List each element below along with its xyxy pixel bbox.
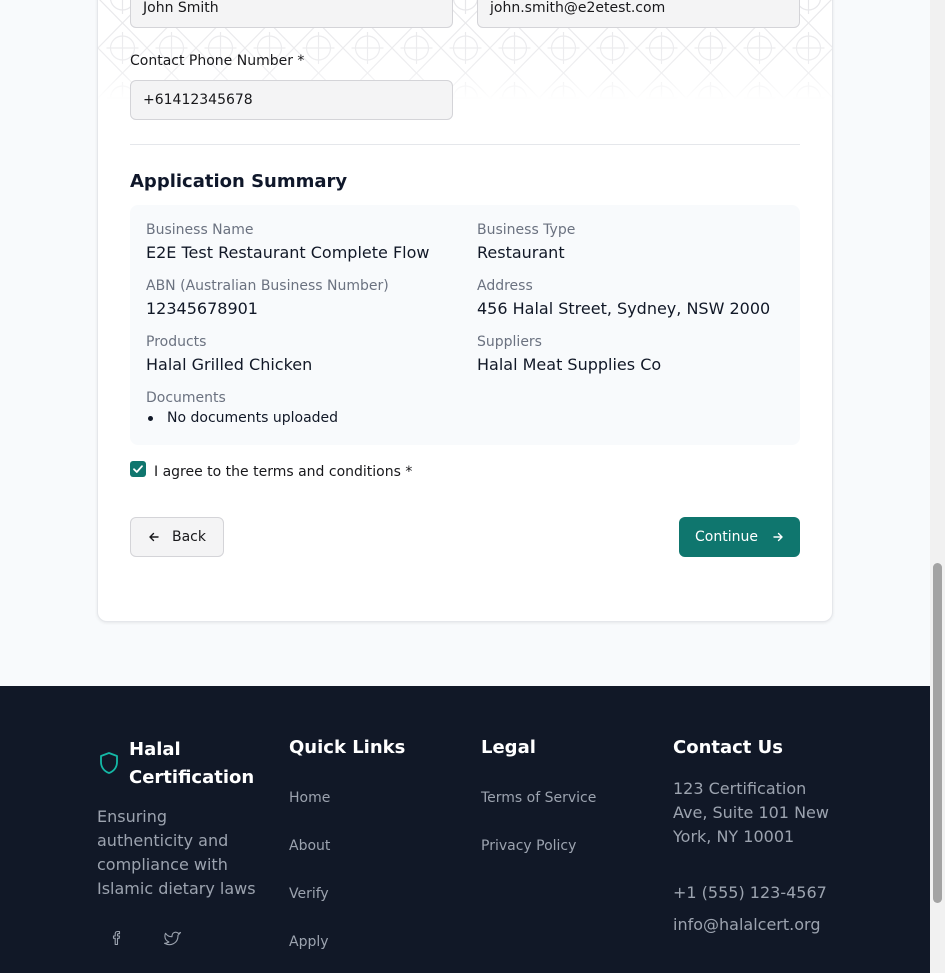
- bullet: [148, 415, 153, 421]
- phone-input[interactable]: +61412345678: [130, 80, 453, 120]
- terms-label[interactable]: I agree to the terms and conditions *: [154, 464, 412, 480]
- check-icon: [133, 465, 143, 473]
- address-label: Address: [477, 278, 533, 294]
- documents-list-item: No documents uploaded: [146, 410, 338, 426]
- phone-label: Contact Phone Number *: [130, 53, 305, 69]
- scrollbar-thumb[interactable]: [933, 563, 942, 903]
- facebook-icon[interactable]: [107, 928, 127, 948]
- suppliers-value: Halal Meat Supplies Co: [477, 355, 662, 374]
- shield-icon: [97, 750, 121, 776]
- footer-description: Ensuring authenticity and compliance wit…: [97, 807, 256, 898]
- address-value: 456 Halal Street, Sydney, NSW 2000: [477, 299, 771, 318]
- contact-phone[interactable]: +1 (555) 123-4567: [673, 881, 833, 905]
- footer-link-privacy[interactable]: Privacy Policy: [481, 838, 576, 854]
- contact-heading: Contact Us: [673, 737, 784, 758]
- summary-heading: Application Summary: [130, 171, 348, 192]
- documents-label: Documents: [146, 390, 226, 406]
- suppliers-label: Suppliers: [477, 334, 542, 350]
- quick-links-heading: Quick Links: [289, 737, 406, 758]
- abn-value: 12345678901: [146, 299, 258, 318]
- arrow-left-icon: [149, 532, 159, 542]
- business-type-label: Business Type: [477, 222, 576, 238]
- footer-brand: Halal Certification: [129, 739, 255, 788]
- documents-item-text: No documents uploaded: [167, 410, 339, 426]
- products-value: Halal Grilled Chicken: [146, 355, 313, 374]
- business-type-value: Restaurant: [477, 243, 565, 262]
- terms-checkbox[interactable]: [130, 461, 146, 477]
- continue-button-label: Continue: [695, 529, 758, 545]
- back-button-label: Back: [172, 529, 206, 545]
- business-name-value: E2E Test Restaurant Complete Flow: [146, 243, 430, 262]
- page: John Smith john.smith@e2etest.com Contac…: [0, 0, 930, 973]
- business-name-label: Business Name: [146, 222, 254, 238]
- email-input[interactable]: john.smith@e2etest.com: [477, 0, 800, 28]
- footer-link-about[interactable]: About: [289, 838, 330, 854]
- footer-link-apply[interactable]: Apply: [289, 934, 329, 950]
- divider: [130, 144, 800, 145]
- back-button[interactable]: Back: [130, 517, 224, 557]
- abn-label: ABN (Australian Business Number): [146, 278, 389, 294]
- contact-email[interactable]: info@halalcert.org: [673, 913, 873, 937]
- summary-panel: [130, 205, 800, 445]
- contact-address: 123 Certification Ave, Suite 101 New Yor…: [673, 779, 829, 846]
- products-label: Products: [146, 334, 207, 350]
- footer-link-home[interactable]: Home: [289, 790, 330, 806]
- twitter-icon[interactable]: [162, 928, 184, 948]
- continue-button[interactable]: Continue: [679, 517, 800, 557]
- arrow-right-icon: [773, 532, 783, 542]
- legal-heading: Legal: [481, 737, 536, 758]
- footer-link-verify[interactable]: Verify: [289, 886, 329, 902]
- full-name-input[interactable]: John Smith: [130, 0, 453, 28]
- footer-link-terms[interactable]: Terms of Service: [481, 790, 596, 806]
